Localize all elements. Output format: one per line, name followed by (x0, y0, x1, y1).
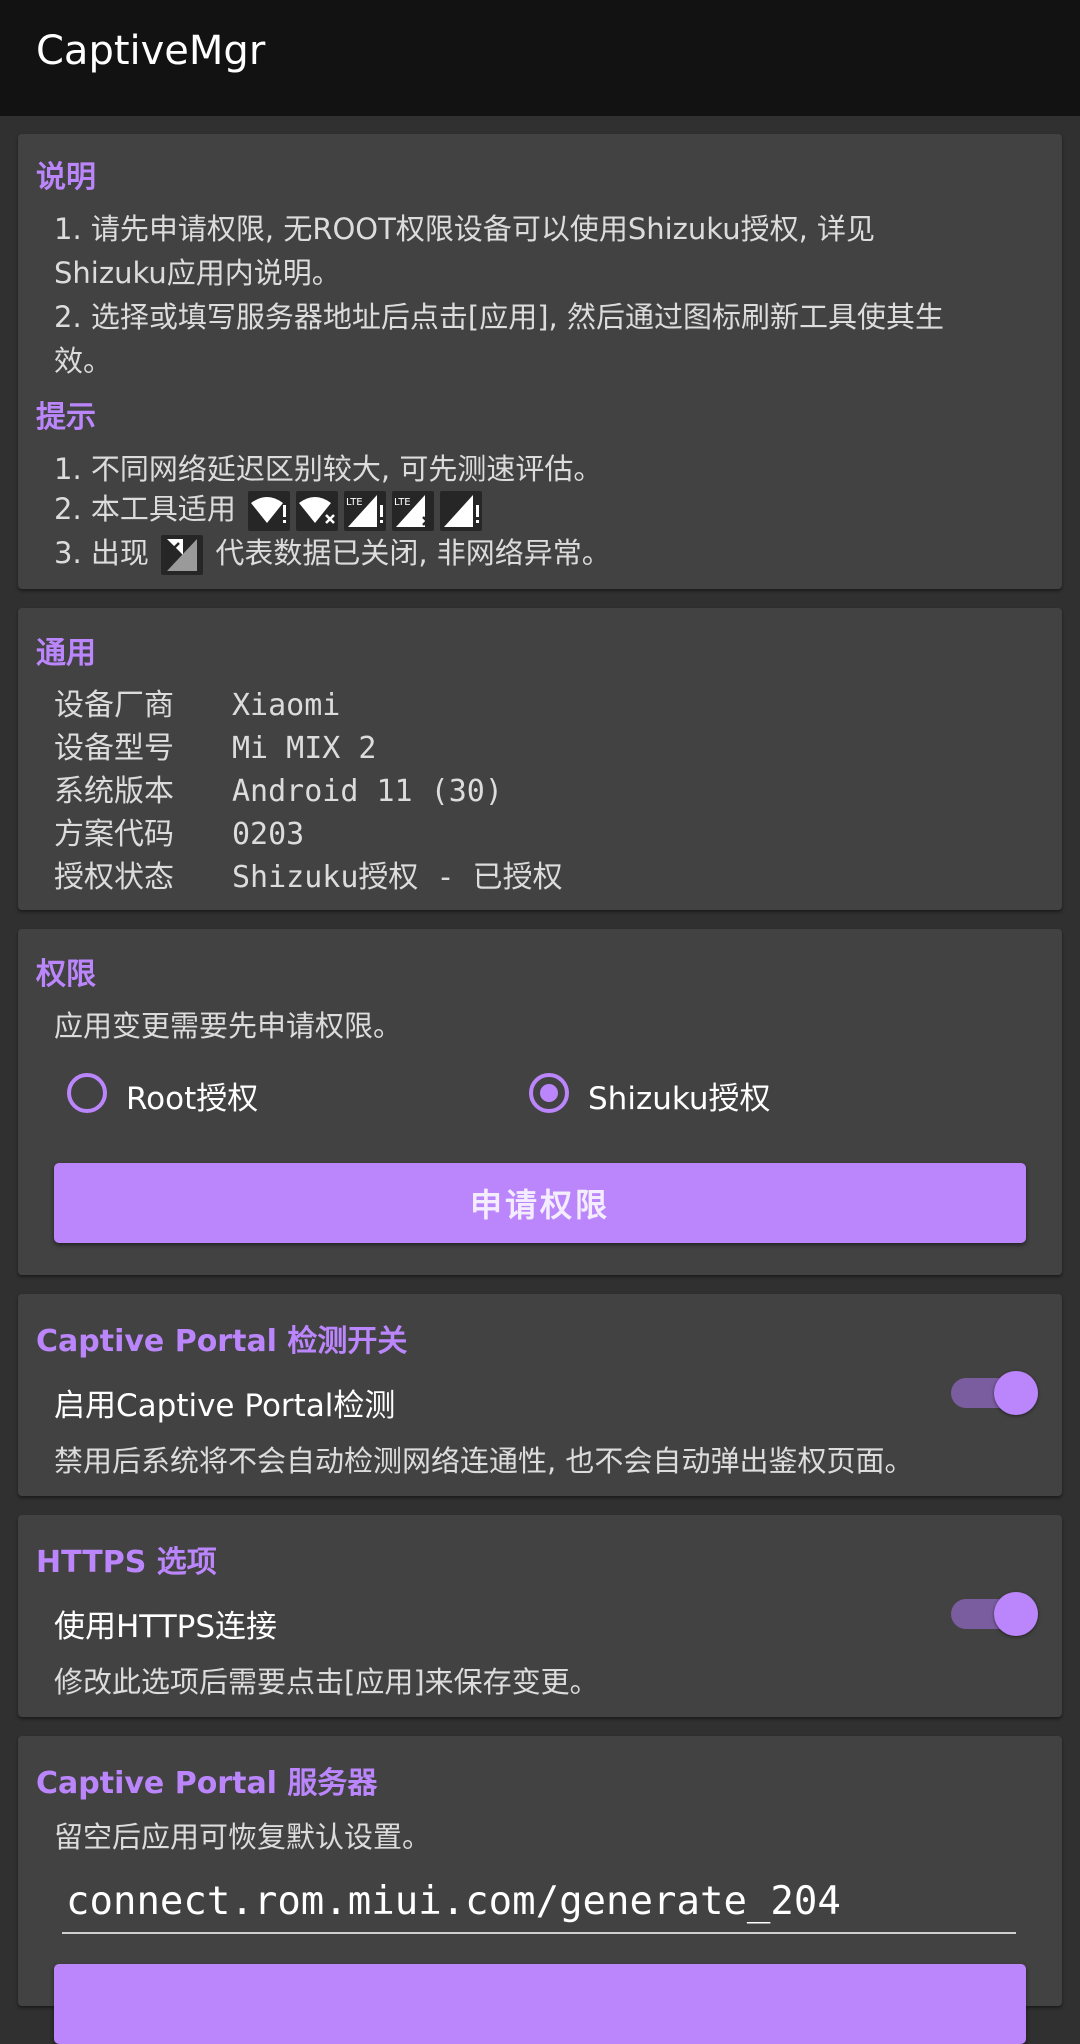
server-action-button[interactable] (54, 1964, 1026, 2044)
https-switch[interactable] (943, 1589, 1047, 1639)
svg-text:LTE: LTE (394, 497, 411, 508)
wifi-exclamation-icon (248, 491, 291, 531)
lte-exclamation-icon: LTE (344, 491, 387, 531)
info-row-vendor: 设备厂商 Xiaomi (54, 680, 340, 724)
instruction-line: 效。 (54, 344, 113, 378)
instructions-title: 说明 (36, 160, 96, 195)
wifi-x-icon (296, 491, 339, 531)
permission-card: 权限 应用变更需要先申请权限。 Root授权 Shizuku授权 申请权限 (18, 929, 1062, 1275)
info-label: 系统版本 (54, 774, 174, 809)
root-radio-label[interactable]: Root授权 (126, 1073, 258, 1118)
lte-x-icon: LTE (392, 491, 435, 531)
tip-line-2-text: 2. 本工具适用 (54, 492, 236, 526)
permission-title: 权限 (36, 957, 96, 992)
info-label: 设备型号 (54, 731, 174, 766)
https-card: HTTPS 选项 使用HTTPS连接 修改此选项后需要点击[应用]来保存变更。 (18, 1515, 1062, 1717)
info-row-scheme: 方案代码 0203 (54, 809, 304, 853)
https-toggle-label: 使用HTTPS连接 (54, 1609, 278, 1645)
server-title: Captive Portal 服务器 (36, 1766, 378, 1801)
instruction-line: Shizuku应用内说明。 (54, 256, 341, 290)
request-permission-button[interactable]: 申请权限 (54, 1163, 1026, 1243)
https-desc: 修改此选项后需要点击[应用]来保存变更。 (54, 1665, 599, 1699)
detection-title: Captive Portal 检测开关 (36, 1324, 408, 1359)
instruction-line: 1. 请先申请权限, 无ROOT权限设备可以使用Shizuku授权, 详见 (54, 212, 876, 246)
server-card: Captive Portal 服务器 留空后应用可恢复默认设置。 connect… (18, 1736, 1062, 2044)
info-value: Xiaomi (232, 688, 341, 723)
detection-toggle-label: 启用Captive Portal检测 (54, 1388, 396, 1424)
instruction-line: 2. 选择或填写服务器地址后点击[应用], 然后通过图标刷新工具使其生 (54, 300, 944, 334)
signal-exclamation-icon (440, 491, 483, 531)
info-label: 方案代码 (54, 817, 174, 852)
info-value: Shizuku授权 - 已授权 (232, 860, 563, 895)
server-url-input[interactable]: connect.rom.miui.com/generate_204 (62, 1870, 1016, 1934)
info-label: 授权状态 (54, 860, 174, 895)
general-card: 通用 设备厂商 Xiaomi 设备型号 Mi MIX 2 系统版本 Android 1… (18, 608, 1062, 910)
tips-title: 提示 (36, 400, 96, 435)
server-desc: 留空后应用可恢复默认设置。 (54, 1820, 432, 1854)
general-title: 通用 (36, 636, 96, 671)
switch-thumb (994, 1371, 1038, 1415)
tip-line-3-suffix: 代表数据已关闭, 非网络异常。 (215, 536, 611, 570)
app-bar: CaptiveMgr (0, 0, 1080, 116)
https-title: HTTPS 选项 (36, 1545, 217, 1580)
detection-card: Captive Portal 检测开关 启用Captive Portal检测 禁… (18, 1294, 1062, 1496)
shizuku-radio-label[interactable]: Shizuku授权 (588, 1073, 771, 1118)
tip-line-1: 1. 不同网络延迟区别较大, 可先测速评估。 (54, 452, 603, 486)
permission-desc: 应用变更需要先申请权限。 (54, 1009, 403, 1043)
tip-line-3-prefix: 3. 出现 (54, 536, 149, 570)
detection-desc: 禁用后系统将不会自动检测网络连通性, 也不会自动弹出鉴权页面。 (54, 1444, 914, 1478)
switch-thumb (994, 1592, 1038, 1636)
svg-text:LTE: LTE (346, 497, 363, 508)
info-value: Mi MIX 2 (232, 731, 377, 766)
info-row-os: 系统版本 Android 11 (30) (54, 766, 503, 810)
root-radio[interactable] (67, 1073, 107, 1113)
info-value: 0203 (232, 817, 305, 852)
info-label: 设备厂商 (54, 688, 174, 723)
info-row-auth: 授权状态 Shizuku授权 - 已授权 (54, 852, 563, 896)
app-title: CaptiveMgr (36, 28, 266, 74)
mobile-data-off-icon (161, 535, 204, 575)
info-value: Android 11 (30) (232, 774, 503, 809)
tip-line-3: 3. 出现 代表数据已关闭, 非网络异常。 (54, 530, 611, 575)
instructions-card: 说明 1. 请先申请权限, 无ROOT权限设备可以使用Shizuku授权, 详见… (18, 134, 1062, 589)
detection-switch[interactable] (943, 1368, 1047, 1418)
info-row-model: 设备型号 Mi MIX 2 (54, 723, 377, 767)
shizuku-radio[interactable] (529, 1073, 569, 1113)
tip-line-2: 2. 本工具适用 LTE LTE (54, 486, 485, 531)
